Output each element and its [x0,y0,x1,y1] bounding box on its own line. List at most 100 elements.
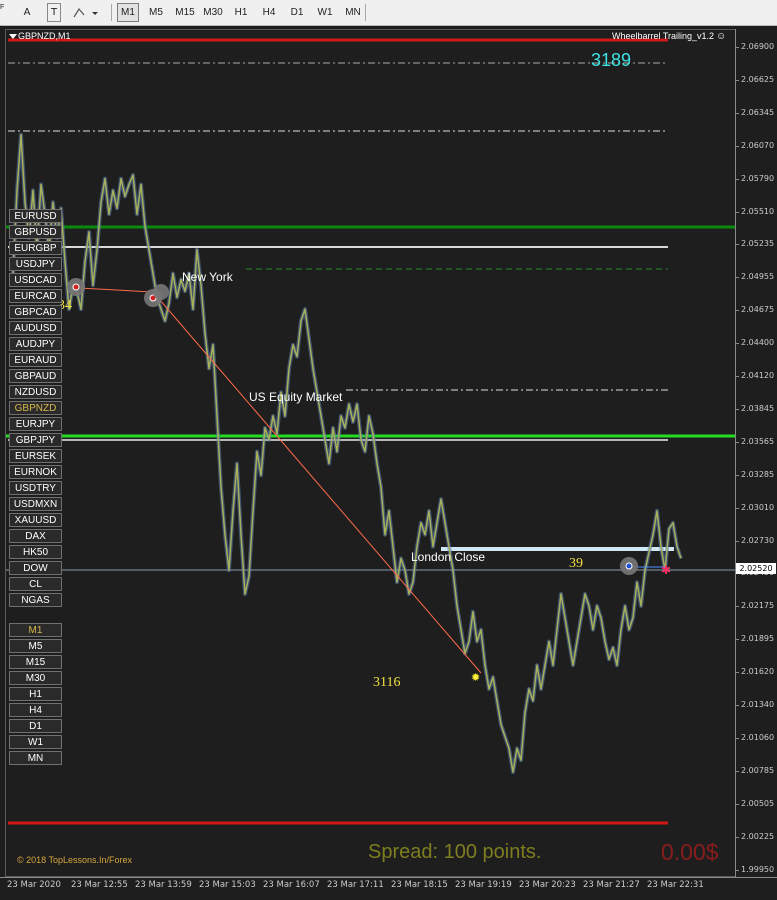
price-tick-mark [735,474,739,476]
text-label-tool-icon[interactable]: A [20,3,34,22]
price-tick-label: 2.00505 [741,798,775,808]
close-marker-icon: ✱ [661,563,671,577]
price-tick-mark [735,803,739,805]
price-tick-mark [735,244,739,246]
timeframe-button-m15[interactable]: M15 [9,655,62,669]
symbol-button-usdmxn[interactable]: USDMXN [9,497,62,511]
price-tick-mark [735,869,739,871]
symbol-button-gbpcad[interactable]: GBPCAD [9,305,62,319]
trade-marker [153,284,169,300]
text-tool-letter: T [50,7,58,18]
symbol-button-dow[interactable]: DOW [9,561,62,575]
timeframe-button-w1[interactable]: W1 [9,735,62,749]
symbol-button-usdcad[interactable]: USDCAD [9,273,62,287]
price-tick-label: 2.04955 [741,272,775,282]
symbol-button-ngas[interactable]: NGAS [9,593,62,607]
price-tick-mark [735,343,739,345]
copyright-text: © 2018 TopLessons.In/Forex [17,855,133,865]
time-tick-label: 23 Mar 2020 [7,880,61,890]
toolbar-timeframe-m1[interactable]: M1 [117,3,139,22]
objects-dropdown-icon[interactable] [70,3,100,22]
symbol-button-audusd[interactable]: AUDUSD [9,321,62,335]
price-tick-label: 2.01895 [741,634,775,644]
symbol-button-eurnok[interactable]: EURNOK [9,465,62,479]
symbol-button-usdjpy[interactable]: USDJPY [9,257,62,271]
symbol-button-eurusd[interactable]: EURUSD [9,209,62,223]
symbol-button-eursek[interactable]: EURSEK [9,449,62,463]
price-tick-mark [735,606,739,608]
timeframe-button-m30[interactable]: M30 [9,671,62,685]
price-line [12,133,682,773]
price-tick-label: 2.06900 [741,42,775,51]
symbol-button-xauusd[interactable]: XAUUSD [9,513,62,527]
symbol-button-gbpusd[interactable]: GBPUSD [9,225,62,239]
price-tick-mark [735,507,739,509]
toolbar-timeframe-m30[interactable]: M30 [201,3,225,22]
price-line-shadow [11,132,683,775]
trade-marker-dot [625,562,633,570]
price-tick-mark [735,211,739,213]
chart-panel[interactable]: ✱ ✹ [5,29,735,877]
price-tick-label: 2.01340 [741,700,775,709]
chart-menu-icon[interactable] [9,34,17,39]
timeframe-button-m1[interactable]: M1 [9,623,62,637]
price-tick-mark [735,277,739,279]
price-axis[interactable] [735,29,777,877]
session-label-new-york: New York [182,270,233,284]
expert-advisor-name: Wheelbarrel Trailing_v1.2 [612,31,715,41]
symbol-button-eurgbp[interactable]: EURGBP [9,241,62,255]
symbol-button-eurjpy[interactable]: EURJPY [9,417,62,431]
timeframe-button-d1[interactable]: D1 [9,719,62,733]
price-tick-mark [735,672,739,674]
current-price-tag: 2.02520 [736,563,776,574]
price-tick-label: 2.02730 [741,535,775,545]
symbol-button-nzdusd[interactable]: NZDUSD [9,385,62,399]
price-tick-label: 2.03010 [741,502,775,512]
price-tick-label: 2.06345 [741,107,775,117]
symbol-button-eurcad[interactable]: EURCAD [9,289,62,303]
price-tick-label: 2.05790 [741,173,775,183]
top-distance-number: 3189 [591,50,632,70]
toolbar-separator [365,4,366,21]
text-tool-icon[interactable]: T [47,3,61,22]
price-tick-label: 2.05235 [741,239,775,249]
timeframe-button-h1[interactable]: H1 [9,687,62,701]
symbol-button-dax[interactable]: DAX [9,529,62,543]
time-tick-label: 23 Mar 13:59 [135,880,192,890]
toolbar-timeframe-h4[interactable]: H4 [258,3,280,22]
price-chart[interactable]: ✱✹ [6,30,735,877]
toolbar-timeframe-m15[interactable]: M15 [173,3,197,22]
symbol-button-audjpy[interactable]: AUDJPY [9,337,62,351]
symbol-button-gbpjpy[interactable]: GBPJPY [9,433,62,447]
price-tick-label: 2.05510 [741,206,775,216]
star-marker-icon: ✹ [471,672,480,684]
price-tick-mark [735,112,739,114]
time-tick-label: 23 Mar 19:19 [455,880,512,890]
toolbar-timeframe-h1[interactable]: H1 [230,3,252,22]
toolbar: F A T M1 M5 M15 M30 H1 H4 D1 W1 MN [0,0,777,26]
toolbar-timeframe-m5[interactable]: M5 [145,3,167,22]
timeframe-button-h4[interactable]: H4 [9,703,62,717]
symbol-button-euraud[interactable]: EURAUD [9,353,62,367]
symbol-button-hk50[interactable]: HK50 [9,545,62,559]
trade-number-bottom: 3116 [373,675,401,690]
toolbar-timeframe-mn[interactable]: MN [342,3,364,22]
price-tick-label: 2.00785 [741,765,775,775]
session-label-us-equity: US Equity Market [249,390,343,404]
symbol-button-usdtry[interactable]: USDTRY [9,481,62,495]
profit-readout: 0.00$ [661,839,719,865]
symbol-button-gbpaud[interactable]: GBPAUD [9,369,62,383]
symbol-button-cl[interactable]: CL [9,577,62,591]
toolbar-timeframe-d1[interactable]: D1 [286,3,308,22]
timeframe-button-m5[interactable]: M5 [9,639,62,653]
price-tick-label: 2.04400 [741,338,775,348]
price-tick-mark [735,79,739,81]
time-tick-label: 23 Mar 20:23 [519,880,576,890]
symbol-button-gbpnzd[interactable]: GBPNZD [9,401,62,415]
toolbar-edge-mark: F [0,4,5,11]
toolbar-timeframe-w1[interactable]: W1 [314,3,336,22]
price-tick-mark [735,737,739,739]
price-tick-mark [735,310,739,312]
timeframe-button-mn[interactable]: MN [9,751,62,765]
price-tick-label: 2.03285 [741,469,775,479]
